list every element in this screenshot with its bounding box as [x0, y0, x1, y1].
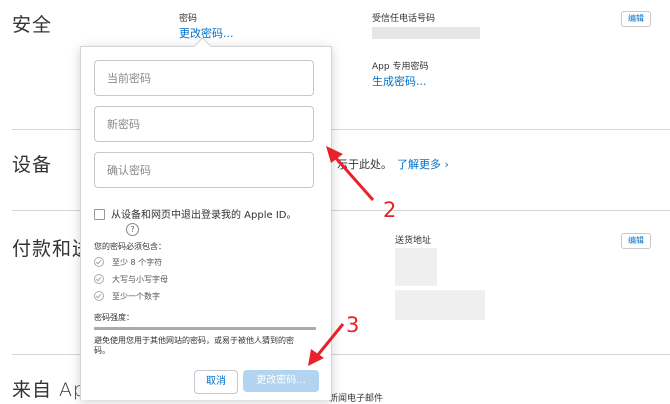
help-icon[interactable]: ? — [126, 223, 139, 236]
check-circle-icon — [94, 291, 104, 301]
generate-password-link[interactable]: 生成密码... — [372, 73, 427, 89]
newsletter-label: 新闻电子邮件 — [329, 394, 384, 404]
check-circle-icon — [94, 274, 104, 284]
new-password-field[interactable] — [94, 106, 314, 142]
change-password-button[interactable]: 更改密码... — [243, 370, 319, 392]
learn-more-link[interactable]: 了解更多 › — [397, 156, 449, 172]
requirement-item: 大写与小写字母 — [112, 275, 168, 284]
devices-section-title: 设备 — [12, 154, 53, 176]
password-label: 密码 — [179, 14, 198, 24]
shipping-address-redacted-2 — [395, 290, 485, 320]
password-strength-label: 密码强度： — [94, 313, 134, 322]
shipping-address-label: 送货地址 — [395, 236, 432, 246]
current-password-field[interactable] — [94, 60, 314, 96]
shipping-address-redacted-1 — [395, 248, 437, 286]
devices-text: 示于此处。 — [337, 158, 392, 171]
requirements-title: 您的密码必须包含： — [94, 242, 166, 251]
trusted-phone-value-redacted — [372, 27, 480, 39]
change-password-popover: 从设备和网页中退出登录我的 Apple ID。 ? 您的密码必须包含： 至少 8… — [80, 46, 332, 400]
signout-checkbox[interactable] — [94, 209, 105, 220]
password-strength-bar — [94, 327, 316, 330]
confirm-password-field[interactable] — [94, 152, 314, 188]
signout-checkbox-label: 从设备和网页中退出登录我的 Apple ID。 — [111, 210, 297, 221]
requirement-item: 至少一个数字 — [112, 292, 160, 301]
check-circle-icon — [94, 257, 104, 267]
app-password-label: App 专用密码 — [372, 62, 429, 72]
security-edit-button[interactable]: 编辑 — [621, 11, 651, 27]
annotation-marker-3: 3 — [346, 313, 360, 337]
change-password-link[interactable]: 更改密码... — [179, 25, 234, 41]
annotation-marker-2: 2 — [383, 198, 397, 222]
trusted-phone-label: 受信任电话号码 — [372, 14, 436, 24]
password-strength-note: 避免使用您用于其他网站的密码，或易于被他人猜到的密码。 — [94, 336, 294, 355]
cancel-button[interactable]: 取消 — [194, 370, 238, 394]
requirement-item: 至少 8 个字符 — [112, 258, 163, 267]
security-section-title: 安全 — [12, 14, 53, 36]
payment-edit-button[interactable]: 编辑 — [621, 233, 651, 249]
